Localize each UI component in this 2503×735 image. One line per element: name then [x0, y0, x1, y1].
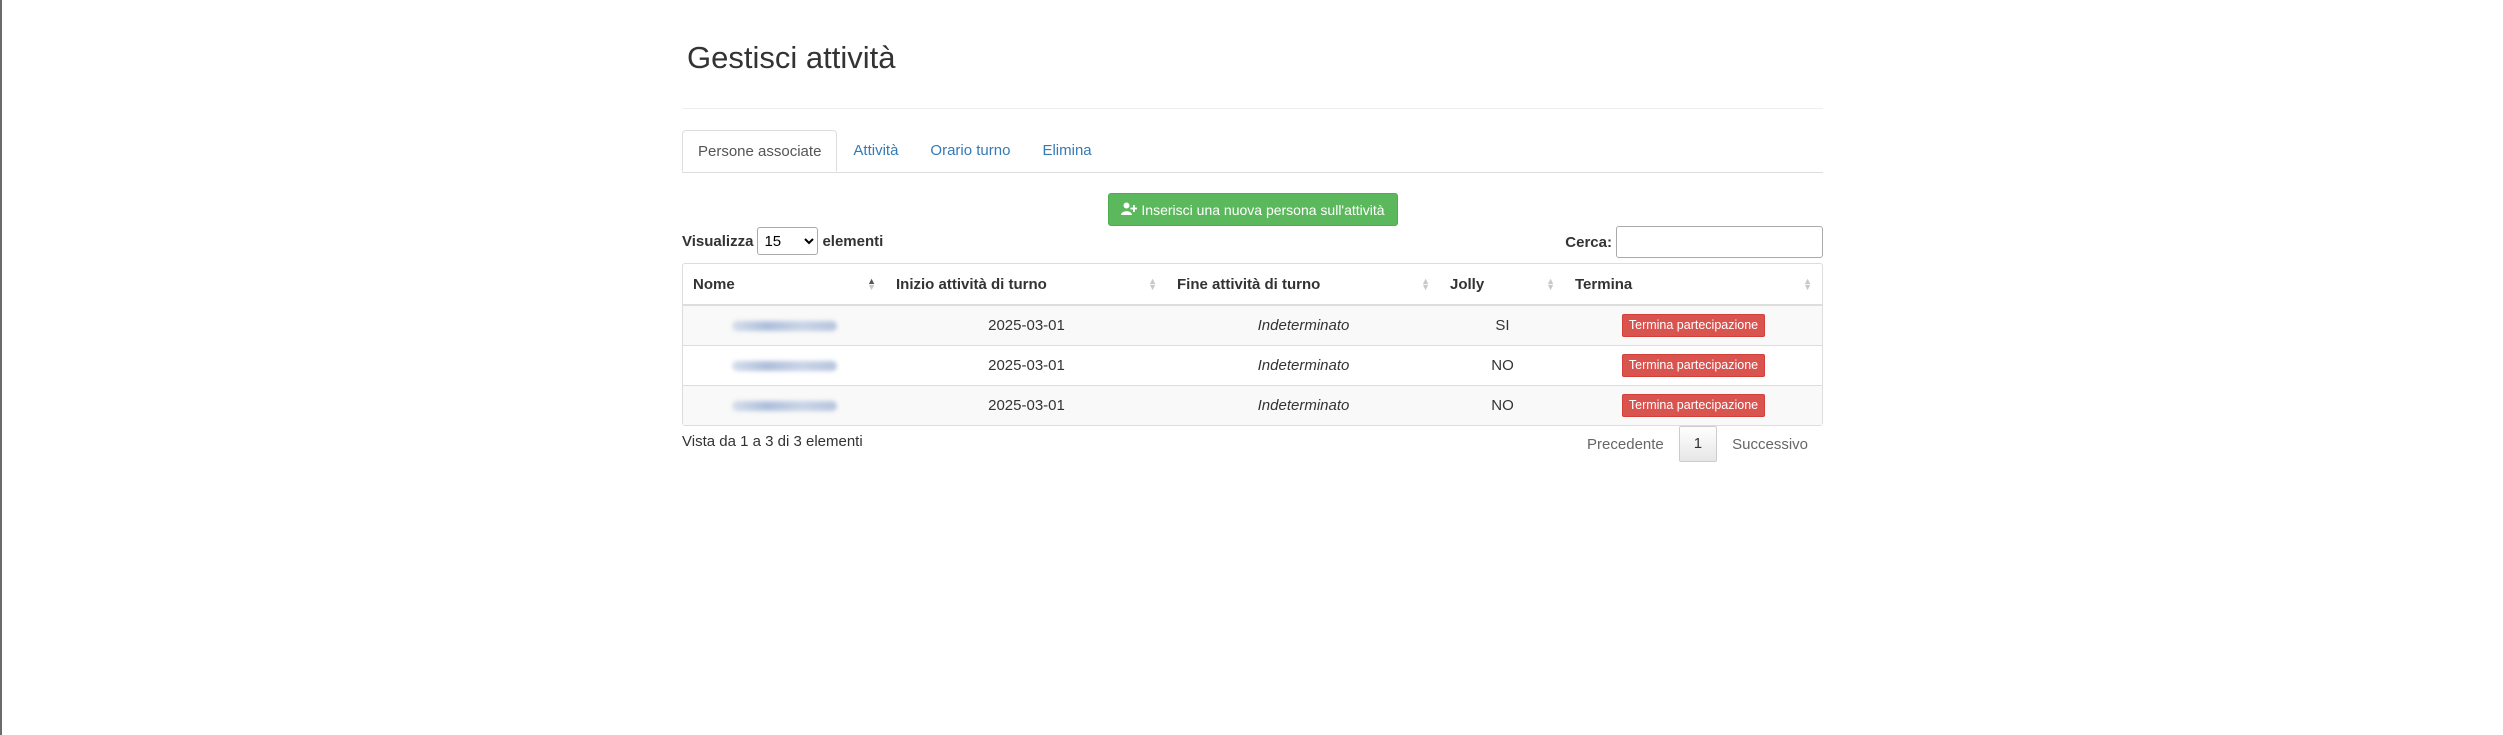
cell-jolly: SI	[1440, 304, 1565, 346]
cell-action: Termina partecipazione	[1565, 304, 1822, 346]
sort-icon: ▲ ▼	[1546, 276, 1555, 292]
page-length-control: Visualizza 15 elementi	[682, 226, 883, 256]
cell-start: 2025-03-01	[886, 304, 1167, 346]
page-length-select[interactable]: 15	[757, 227, 819, 255]
next-page-button[interactable]: Successivo	[1717, 436, 1823, 453]
title-divider	[682, 108, 1823, 109]
table-header-row: Nome ▲ ▼ Inizio attività di turno ▲ ▼ Fine…	[683, 264, 1822, 306]
cell-action: Termina partecipazione	[1565, 385, 1822, 425]
tab-bar: Persone associate Attività Orario turno …	[682, 130, 1823, 173]
cell-end: Indeterminato	[1167, 345, 1440, 386]
col-header-label: Jolly	[1450, 275, 1485, 293]
end-participation-button[interactable]: Termina partecipazione	[1621, 314, 1766, 337]
redacted-name	[732, 401, 837, 412]
table-row: 2025-03-01 Indeterminato NO Termina part…	[683, 345, 1822, 386]
cell-nome-redacted	[683, 304, 886, 346]
tab-orario-turno[interactable]: Orario turno	[914, 130, 1026, 171]
search-input[interactable]	[1616, 226, 1823, 258]
cell-start: 2025-03-01	[886, 345, 1167, 386]
cell-jolly: NO	[1440, 385, 1565, 425]
redacted-name	[732, 321, 837, 332]
length-suffix: elementi	[822, 232, 884, 250]
cell-start: 2025-03-01	[886, 385, 1167, 425]
col-header-jolly[interactable]: Jolly ▲ ▼	[1440, 264, 1565, 306]
sort-asc-icon: ▲ ▼	[867, 276, 876, 292]
redacted-name	[732, 361, 837, 372]
table-row: 2025-03-01 Indeterminato NO Termina part…	[683, 385, 1822, 425]
add-person-label: Inserisci una nuova persona sull'attivit…	[1141, 201, 1385, 218]
search-control: Cerca:	[1565, 225, 1823, 259]
cell-nome-redacted	[683, 385, 886, 425]
tab-persone-associate[interactable]: Persone associate	[682, 130, 838, 172]
pagination: Precedente 1 Successivo	[1572, 426, 1823, 462]
sort-icon: ▲ ▼	[1148, 276, 1157, 292]
col-header-label: Fine attività di turno	[1177, 275, 1321, 293]
tab-attivita[interactable]: Attività	[837, 130, 914, 171]
tab-elimina[interactable]: Elimina	[1026, 130, 1107, 171]
sort-icon: ▲ ▼	[1803, 276, 1812, 292]
window-left-border	[0, 0, 2, 735]
prev-page-button[interactable]: Precedente	[1572, 436, 1679, 453]
sort-icon: ▲ ▼	[1421, 276, 1430, 292]
table-info: Vista da 1 a 3 di 3 elementi	[682, 433, 863, 450]
table-row: 2025-03-01 Indeterminato SI Termina part…	[683, 304, 1822, 346]
col-header-nome[interactable]: Nome ▲ ▼	[683, 264, 886, 306]
add-person-button[interactable]: Inserisci una nuova persona sull'attivit…	[1108, 193, 1398, 226]
end-participation-button[interactable]: Termina partecipazione	[1621, 394, 1766, 417]
col-header-termina[interactable]: Termina ▲ ▼	[1565, 264, 1822, 306]
cell-action: Termina partecipazione	[1565, 345, 1822, 386]
length-prefix: Visualizza	[682, 232, 754, 250]
cell-end: Indeterminato	[1167, 385, 1440, 425]
col-header-label: Nome	[693, 275, 735, 293]
persons-table-wrapper: Nome ▲ ▼ Inizio attività di turno ▲ ▼ Fine…	[682, 263, 1823, 426]
page-1-button[interactable]: 1	[1678, 426, 1718, 462]
cell-end: Indeterminato	[1167, 304, 1440, 346]
col-header-fine[interactable]: Fine attività di turno ▲ ▼	[1167, 264, 1440, 306]
page-title: Gestisci attività	[687, 40, 896, 75]
col-header-inizio[interactable]: Inizio attività di turno ▲ ▼	[886, 264, 1167, 306]
user-plus-icon	[1121, 202, 1141, 218]
col-header-label: Inizio attività di turno	[896, 275, 1047, 293]
cell-jolly: NO	[1440, 345, 1565, 386]
cell-nome-redacted	[683, 345, 886, 386]
persons-table: Nome ▲ ▼ Inizio attività di turno ▲ ▼ Fine…	[683, 264, 1822, 425]
end-participation-button[interactable]: Termina partecipazione	[1621, 354, 1766, 377]
col-header-label: Termina	[1575, 275, 1633, 293]
search-label: Cerca:	[1565, 233, 1612, 251]
